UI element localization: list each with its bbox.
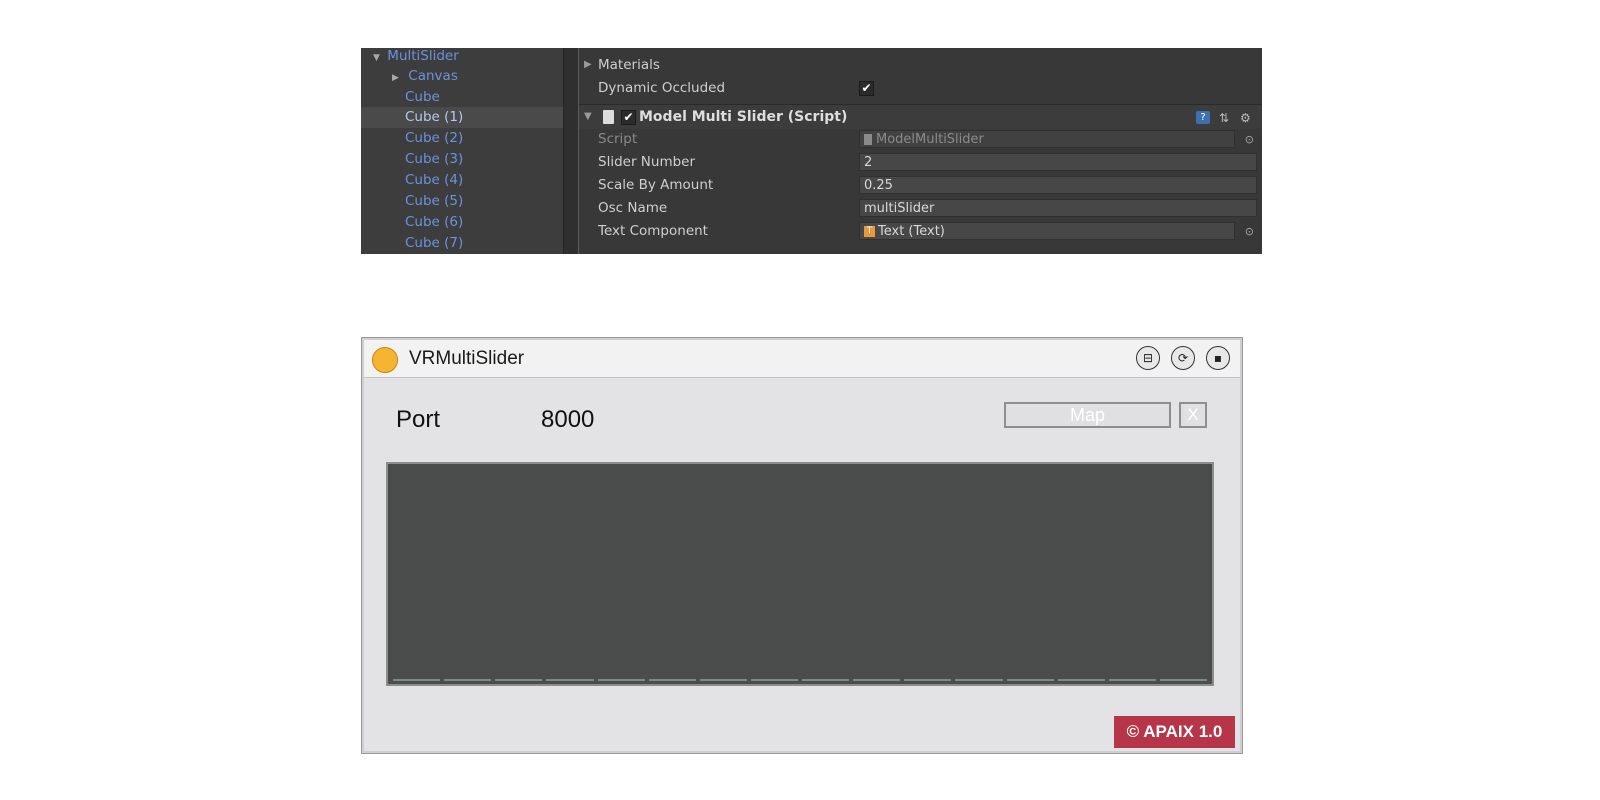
slider-bar[interactable] (546, 679, 594, 681)
panel-divider[interactable] (563, 48, 580, 254)
object-picker-icon[interactable]: ⊙ (1245, 133, 1254, 146)
script-row: Script ModelMultiSlider ⊙ (579, 128, 1262, 151)
osc-name-row: Osc Name multiSlider (579, 197, 1262, 220)
slider-bar[interactable] (802, 679, 850, 681)
slider-bar[interactable] (750, 679, 798, 681)
slider-bar[interactable] (1108, 679, 1156, 681)
map-button[interactable]: Map (1004, 402, 1171, 428)
hierarchy-item-label: Canvas (408, 68, 458, 84)
unity-editor-panel: ▼ MultiSlider ▶ Canvas Cube Cube (1) Cub… (361, 48, 1262, 254)
hierarchy-item-cube-6[interactable]: Cube (6) (361, 212, 563, 233)
hierarchy-item-cube-2[interactable]: Cube (2) (361, 128, 563, 149)
object-picker-icon[interactable]: ⊙ (1245, 225, 1254, 238)
scale-by-amount-value: 0.25 (864, 178, 893, 193)
hierarchy-item-cube-7[interactable]: Cube (7) (361, 233, 563, 254)
script-file-icon (864, 134, 872, 145)
window-title: VRMultiSlider (409, 348, 525, 369)
text-component-icon: T (864, 226, 875, 237)
materials-row[interactable]: ▶ Materials (579, 54, 1262, 77)
multislider[interactable] (386, 462, 1214, 686)
hierarchy-item-cube-4[interactable]: Cube (4) (361, 170, 563, 191)
slider-bar[interactable] (699, 679, 747, 681)
hierarchy-panel: ▼ MultiSlider ▶ Canvas Cube Cube (1) Cub… (361, 48, 563, 254)
slider-bar[interactable] (495, 679, 543, 681)
hierarchy-item-label: Cube (405, 89, 440, 105)
text-component-value: Text (Text) (878, 224, 945, 239)
hierarchy-item-cube-3[interactable]: Cube (3) (361, 149, 563, 170)
hierarchy-item-cube-5[interactable]: Cube (5) (361, 191, 563, 212)
hierarchy-item-label: Cube (4) (405, 172, 464, 188)
slider-bar[interactable] (1057, 679, 1105, 681)
component-enabled-checkbox[interactable]: ✔ (621, 110, 636, 125)
hierarchy-item-label: Cube (2) (405, 130, 464, 146)
slider-bar[interactable] (904, 679, 952, 681)
component-title: Model Multi Slider (Script) (639, 109, 848, 125)
hierarchy-item-label: Cube (3) (405, 151, 464, 167)
save-icon[interactable]: ▪ (1206, 346, 1230, 370)
hierarchy-item-cube[interactable]: Cube (361, 87, 563, 108)
inspector-panel: ▶ Materials Dynamic Occluded ✔ ▼ ✔ Model… (579, 48, 1262, 254)
osc-name-value: multiSlider (864, 201, 935, 216)
hierarchy-item-cube-1[interactable]: Cube (1) (361, 107, 563, 128)
text-component-field[interactable]: T Text (Text) (859, 222, 1235, 240)
expand-arrow-icon[interactable]: ▼ (584, 111, 592, 122)
csharp-script-icon (603, 110, 614, 124)
component-header[interactable]: ▼ ✔ Model Multi Slider (Script) ? ⇅ ⚙ (579, 104, 1262, 129)
slider-number-label: Slider Number (598, 154, 696, 170)
dynamic-occluded-label: Dynamic Occluded (598, 80, 726, 96)
hierarchy-item-label: Cube (5) (405, 193, 464, 209)
scale-by-amount-input[interactable]: 0.25 (859, 176, 1257, 194)
port-value[interactable]: 8000 (541, 406, 594, 434)
hierarchy-root[interactable]: ▼ MultiSlider (361, 48, 563, 67)
help-icon[interactable]: ? (1196, 111, 1210, 124)
materials-label: Materials (598, 57, 660, 73)
hierarchy-item-label: Cube (6) (405, 214, 464, 230)
scale-by-amount-label: Scale By Amount (598, 177, 714, 193)
title-bar[interactable]: VRMultiSlider ⊟ ⟳ ▪ (364, 340, 1240, 378)
version-badge: © APAIX 1.0 (1114, 716, 1235, 748)
osc-name-input[interactable]: multiSlider (859, 199, 1257, 217)
slider-bar[interactable] (853, 679, 901, 681)
dynamic-occluded-row: Dynamic Occluded ✔ (579, 77, 1262, 100)
hierarchy-item-label: Cube (1) (405, 109, 464, 125)
script-label: Script (598, 131, 638, 147)
refresh-icon[interactable]: ⟳ (1171, 346, 1195, 370)
preset-icon[interactable]: ⇅ (1219, 111, 1229, 125)
text-component-row: Text Component T Text (Text) ⊙ (579, 220, 1262, 243)
slider-bar[interactable] (648, 679, 696, 681)
status-indicator-icon (372, 347, 398, 373)
scale-by-amount-row: Scale By Amount 0.25 (579, 174, 1262, 197)
osc-name-label: Osc Name (598, 200, 668, 216)
freeze-icon[interactable]: ⊟ (1136, 346, 1160, 370)
slider-number-input[interactable]: 2 (859, 153, 1257, 171)
slider-bar[interactable] (393, 679, 441, 681)
hierarchy-item-label: Cube (7) (405, 235, 464, 251)
slider-number-row: Slider Number 2 (579, 151, 1262, 174)
close-map-button[interactable]: X (1179, 402, 1207, 428)
collapsed-arrow-icon[interactable]: ▶ (392, 68, 402, 89)
script-value: ModelMultiSlider (876, 132, 984, 147)
dynamic-occluded-checkbox[interactable]: ✔ (859, 81, 874, 96)
hierarchy-item-canvas[interactable]: ▶ Canvas (361, 66, 563, 87)
slider-bar[interactable] (1006, 679, 1054, 681)
script-field[interactable]: ModelMultiSlider (859, 130, 1235, 148)
slider-bar[interactable] (597, 679, 645, 681)
max-patch-window: VRMultiSlider ⊟ ⟳ ▪ Port 8000 Map X © AP… (361, 337, 1243, 754)
slider-bar[interactable] (444, 679, 492, 681)
gear-icon[interactable]: ⚙ (1240, 111, 1251, 125)
slider-bar[interactable] (955, 679, 1003, 681)
slider-bar[interactable] (1159, 679, 1207, 681)
text-component-label: Text Component (598, 223, 708, 239)
slider-number-value: 2 (864, 155, 873, 170)
hierarchy-root-label: MultiSlider (387, 48, 459, 64)
port-label: Port (396, 406, 441, 433)
collapsed-arrow-icon[interactable]: ▶ (584, 59, 592, 70)
